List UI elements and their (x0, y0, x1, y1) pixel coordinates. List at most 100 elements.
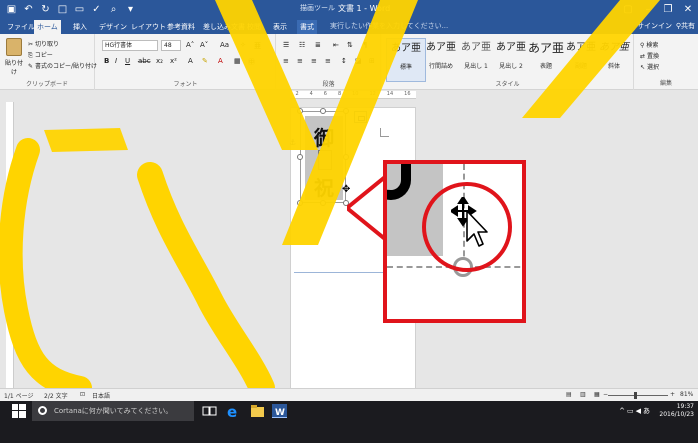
cortana-search-box[interactable]: Cortanaに何か聞いてみてください。 (32, 401, 194, 421)
tab-design[interactable]: デザイン (96, 20, 130, 34)
find-button[interactable]: ⚲ 検索 (640, 40, 658, 49)
edge-browser-icon[interactable]: e (226, 404, 241, 418)
tab-format[interactable]: 書式 (297, 20, 317, 34)
read-mode-icon[interactable]: ▤ (566, 391, 572, 398)
ribbon-display-options-icon[interactable]: ▢ (618, 0, 638, 18)
tab-review[interactable]: 校閲 (244, 20, 264, 34)
save-icon[interactable]: ▣ (4, 2, 19, 16)
font-size-box[interactable]: 48 (161, 40, 181, 51)
text-effects-icon[interactable]: A (188, 57, 193, 65)
align-right-icon[interactable]: ≡ (311, 57, 317, 65)
phonetic-guide-icon[interactable]: 亜 (254, 41, 261, 51)
style-title[interactable]: あア亜 表題 (526, 38, 566, 82)
web-layout-icon[interactable]: ▦ (594, 391, 600, 398)
style-no-spacing[interactable]: あア亜 行間詰め (421, 38, 461, 82)
spelling-icon[interactable]: ✓ (89, 2, 104, 16)
layout-options-button[interactable] (354, 111, 367, 123)
resize-handle[interactable] (297, 154, 303, 160)
strikethrough-icon[interactable]: a̶b̶c̶ (138, 57, 151, 65)
replace-button[interactable]: ⇄ 置換 (640, 51, 659, 60)
minimize-icon[interactable]: – (638, 0, 658, 18)
underline-button[interactable]: U (125, 57, 130, 65)
borders-icon[interactable]: ⊞ (369, 57, 375, 65)
decrease-indent-icon[interactable]: ⇤ (333, 41, 339, 49)
system-tray-icons[interactable]: ^▭◀あ (619, 406, 652, 416)
close-icon[interactable]: ✕ (678, 0, 698, 18)
redo-icon[interactable]: ↻ (38, 2, 53, 16)
print-preview-icon[interactable]: ⌕ (106, 2, 121, 16)
shading-icon[interactable]: ◪ (355, 57, 362, 65)
grow-font-icon[interactable]: A˄ (186, 41, 194, 49)
ime-icon[interactable]: あ (643, 407, 652, 415)
tab-file[interactable]: ファイル (4, 20, 38, 34)
print-layout-icon[interactable]: ▥ (580, 391, 586, 398)
task-view-icon[interactable] (202, 404, 217, 418)
open-icon[interactable]: ▭ (72, 2, 87, 16)
tab-insert[interactable]: 挿入 (70, 20, 90, 34)
maximize-icon[interactable]: ❐ (658, 0, 678, 18)
font-color-icon[interactable]: A (218, 57, 223, 65)
bold-button[interactable]: B (104, 57, 109, 65)
font-name-box[interactable]: HG行書体 (102, 40, 158, 51)
line-spacing-icon[interactable]: ↕ (341, 57, 347, 65)
tab-references[interactable]: 参考資料 (164, 20, 198, 34)
style-heading-1[interactable]: あア亜 見出し 1 (456, 38, 496, 82)
superscript-icon[interactable]: x² (170, 57, 177, 65)
justify-icon[interactable]: ≡ (325, 57, 331, 65)
multilevel-list-icon[interactable]: ≣ (315, 41, 321, 49)
style-normal[interactable]: あア亜 標準 (386, 38, 426, 82)
share-button[interactable]: ⚲共有 (676, 20, 695, 32)
enclose-characters-icon[interactable]: ㊥ (248, 57, 255, 67)
style-heading-2[interactable]: あア亜 見出し 2 (491, 38, 531, 82)
word-count[interactable]: 2/2 文字 (44, 391, 68, 400)
resize-handle[interactable] (320, 200, 326, 206)
language[interactable]: 日本語 (92, 391, 110, 400)
zoom-slider-track[interactable] (608, 395, 668, 396)
sort-icon[interactable]: ⇅ (347, 41, 353, 49)
resize-handle[interactable] (297, 108, 303, 114)
file-explorer-icon[interactable] (250, 404, 265, 418)
shrink-font-icon[interactable]: A˅ (200, 41, 208, 49)
page-count[interactable]: 1/1 ページ (4, 391, 33, 400)
clock[interactable]: 19:37 2016/10/23 (659, 403, 694, 419)
network-icon[interactable]: ▭ (627, 407, 636, 415)
resize-handle[interactable] (320, 108, 326, 114)
cut-button[interactable]: ✂ 切り取り (28, 39, 59, 48)
bullets-icon[interactable]: ☰ (283, 41, 289, 49)
resize-handle[interactable] (297, 200, 303, 206)
select-button[interactable]: ↖ 選択 (640, 62, 659, 71)
zoom-slider-knob[interactable] (634, 392, 637, 399)
tab-layout[interactable]: レイアウト (128, 20, 169, 34)
signin-link[interactable]: サインイン (637, 20, 672, 32)
zoom-in-icon[interactable]: + (670, 391, 675, 398)
tab-home[interactable]: ホーム (34, 20, 61, 34)
undo-icon[interactable]: ↶ (21, 2, 36, 16)
tab-mailings[interactable]: 差し込み文書 (200, 20, 248, 34)
vertical-text-box[interactable]: 御 祝 (297, 108, 349, 206)
show-marks-icon[interactable]: ¶ (363, 41, 367, 49)
character-shading-icon[interactable]: ▦ (234, 57, 241, 65)
style-emphasis[interactable]: あア亜 斜体 (594, 38, 634, 82)
clear-formatting-icon[interactable]: ✧ (240, 41, 246, 49)
numbering-icon[interactable]: ☷ (299, 41, 305, 49)
paste-button[interactable]: 貼り付け (3, 38, 25, 78)
subscript-icon[interactable]: x₂ (156, 57, 163, 65)
volume-icon[interactable]: ◀ (636, 407, 643, 415)
proofing-icon[interactable]: ⊡ (80, 391, 85, 398)
word-app-icon[interactable]: W (272, 404, 287, 418)
copy-button[interactable]: ⎘ コピー (28, 50, 53, 60)
new-document-icon[interactable]: □ (55, 2, 70, 16)
tray-chevron-icon[interactable]: ^ (619, 407, 627, 415)
align-left-icon[interactable]: ≡ (283, 57, 289, 65)
tab-view[interactable]: 表示 (270, 20, 290, 34)
zoom-level[interactable]: 81% (680, 391, 693, 398)
align-center-icon[interactable]: ≡ (297, 57, 303, 65)
customize-toolbar-icon[interactable]: ▾ (123, 2, 138, 16)
resize-handle[interactable] (343, 154, 349, 160)
format-painter-button[interactable]: ✎ 書式のコピー/貼り付け (28, 61, 97, 70)
resize-handle[interactable] (343, 108, 349, 114)
highlight-icon[interactable]: ✎ (202, 57, 208, 65)
tell-me-search[interactable]: 実行したい作業を入力してください... (330, 20, 448, 32)
change-case-icon[interactable]: Aa (220, 41, 229, 49)
windows-start-icon[interactable] (12, 404, 26, 418)
